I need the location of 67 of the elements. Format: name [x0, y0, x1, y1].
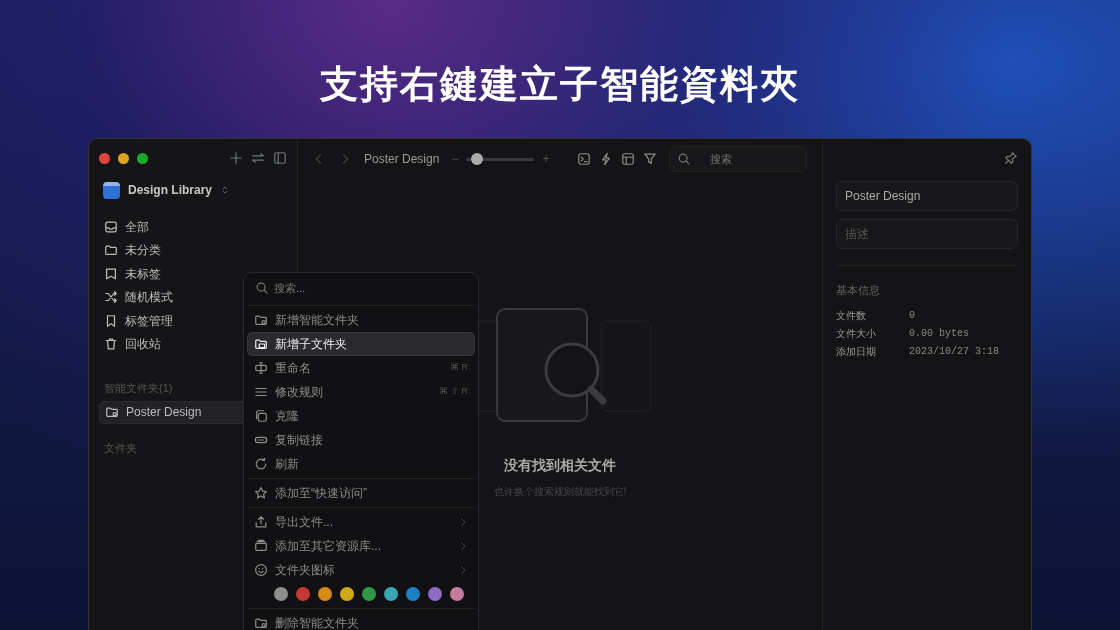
lines-icon [254, 385, 268, 399]
layout-icon[interactable] [621, 152, 636, 166]
library-name[interactable]: Design Library [128, 181, 213, 199]
description-field[interactable]: 描述 [836, 219, 1018, 249]
filter-icon[interactable] [643, 152, 658, 166]
info-value: 0 [909, 309, 915, 323]
info-label: 文件大小 [836, 327, 877, 341]
empty-title: 没有找到相关文件 [504, 456, 616, 475]
search-icon [677, 152, 692, 166]
window-control-dot [137, 152, 148, 164]
folder-icon [254, 616, 268, 630]
color-swatch[interactable] [340, 587, 354, 601]
shuffle-icon [104, 290, 118, 305]
info-value: 2023/10/27 3:18 [909, 345, 999, 359]
swap-icon[interactable] [251, 151, 265, 165]
menu-item[interactable]: 删除智能文件夹 [247, 611, 475, 630]
bookmark-icon [104, 313, 118, 328]
menu-item[interactable]: 复制链接 [247, 428, 475, 452]
stack-icon [254, 539, 268, 553]
sidebar-item[interactable]: 全部 [99, 215, 287, 239]
headline: 支持右鍵建立子智能資料夾 [319, 62, 801, 107]
color-swatch[interactable] [362, 587, 376, 601]
window-control-dot [118, 152, 129, 164]
folder-icon [254, 313, 268, 327]
search-icon [255, 281, 269, 295]
refresh-icon [254, 457, 268, 471]
section-heading: 智能文件夹(1) [103, 381, 174, 396]
pin-icon[interactable] [1004, 151, 1018, 165]
color-swatch[interactable] [274, 587, 288, 601]
menu-search-field[interactable]: 搜索... [247, 273, 475, 303]
section-heading: 基本信息 [836, 283, 881, 298]
smart-folder-icon [105, 405, 119, 420]
text-cursor-icon [254, 361, 268, 375]
menu-item[interactable]: 刷新 [247, 452, 475, 476]
tray-icon [104, 219, 118, 234]
smiley-icon [254, 563, 268, 577]
color-swatch[interactable] [384, 587, 398, 601]
folder-icon [104, 243, 118, 258]
bookmark-icon [104, 266, 118, 281]
section-heading: 文件夹 [103, 441, 138, 456]
menu-item[interactable]: 新增智能文件夹 [247, 308, 475, 332]
library-icon [103, 181, 120, 199]
color-swatch[interactable] [428, 587, 442, 601]
copy-icon [254, 409, 268, 423]
menu-item[interactable]: 添加至其它资源库... [247, 534, 475, 558]
sidebar-item[interactable]: 未分类 [99, 238, 287, 262]
search-field[interactable]: 搜索 [669, 146, 808, 172]
color-swatch[interactable] [450, 587, 464, 601]
folder-icon [254, 337, 268, 351]
star-icon [254, 486, 268, 500]
color-swatch[interactable] [318, 587, 332, 601]
info-value: 0.00 bytes [909, 327, 969, 341]
window-control-dot [99, 152, 110, 164]
menu-item[interactable]: 文件夹图标 [247, 558, 475, 582]
trash-icon [104, 337, 118, 352]
menu-item[interactable]: 导出文件... [247, 510, 475, 534]
color-swatch[interactable] [296, 587, 310, 601]
upload-icon [254, 515, 268, 529]
folder-title: Poster Design [364, 151, 440, 168]
terminal-icon[interactable] [577, 152, 592, 166]
sidebar-toggle-icon[interactable] [273, 151, 287, 165]
menu-item[interactable]: 新增子文件夹 [247, 332, 475, 356]
name-field[interactable]: Poster Design [836, 181, 1018, 211]
info-label: 添加日期 [836, 345, 877, 359]
info-label: 文件数 [836, 309, 867, 323]
color-swatch[interactable] [406, 587, 420, 601]
menu-item[interactable]: 添加至“快速访问” [247, 481, 475, 505]
